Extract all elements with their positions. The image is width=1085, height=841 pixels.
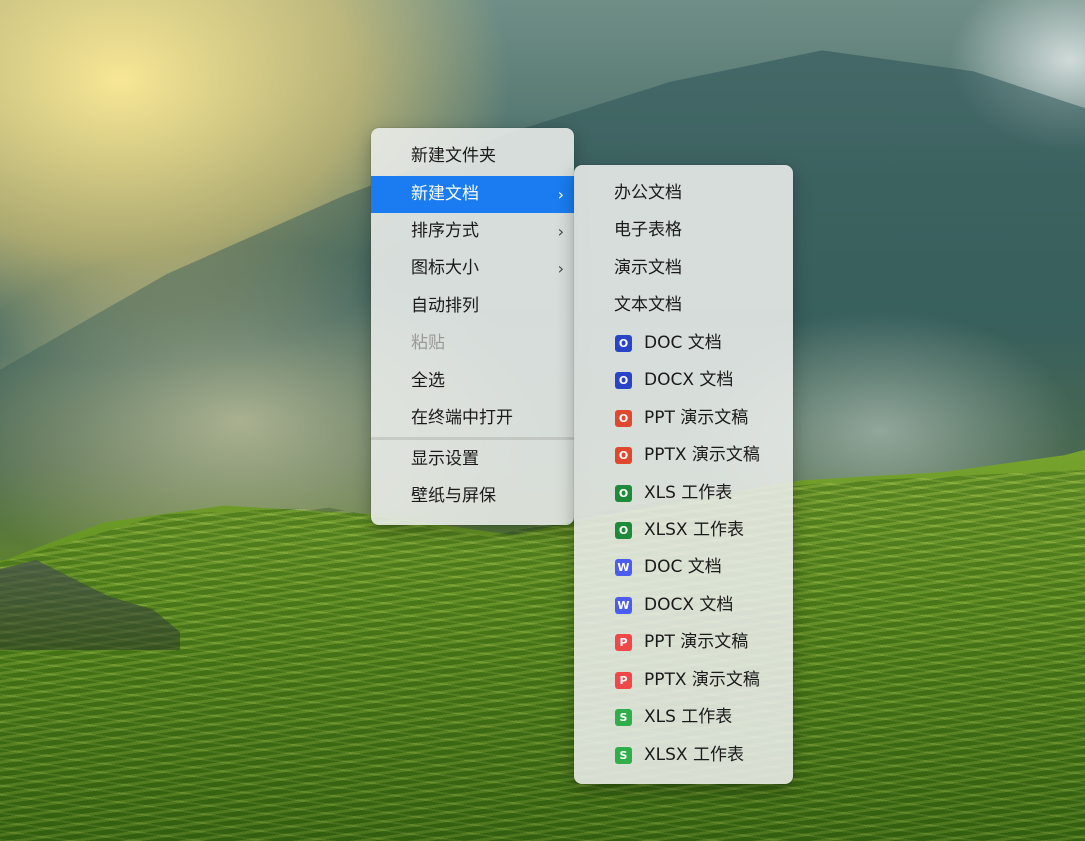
wallpaper-rice-terraces	[0, 470, 1085, 841]
submenu-item-docx-document[interactable]: O DOCX 文档	[574, 362, 793, 399]
menu-item-label: 排序方式	[411, 221, 479, 241]
menu-item-paste: 粘贴	[371, 325, 574, 362]
chevron-right-icon: ›	[557, 222, 564, 241]
menu-item-open-in-terminal[interactable]: 在终端中打开	[371, 400, 574, 437]
submenu-item-label: 电子表格	[614, 220, 682, 240]
wps-ppt-icon: P	[615, 634, 632, 651]
submenu-item-label: XLSX 工作表	[644, 520, 744, 540]
doc-icon: O	[615, 335, 632, 352]
submenu-item-wps-docx-document[interactable]: W DOCX 文档	[574, 587, 793, 624]
menu-item-auto-arrange[interactable]: 自动排列	[371, 288, 574, 325]
chevron-right-icon: ›	[557, 185, 564, 204]
wps-xlsx-icon: S	[615, 747, 632, 764]
menu-item-wallpaper-screensaver[interactable]: 壁纸与屏保	[371, 478, 574, 515]
submenu-item-xlsx-worksheet[interactable]: O XLSX 工作表	[574, 512, 793, 549]
wps-docx-icon: W	[615, 597, 632, 614]
pptx-icon: O	[615, 447, 632, 464]
submenu-item-presentation[interactable]: 演示文档	[574, 250, 793, 287]
menu-separator	[371, 437, 574, 440]
menu-item-label: 自动排列	[411, 296, 479, 316]
wps-xls-icon: S	[615, 709, 632, 726]
menu-item-label: 壁纸与屏保	[411, 486, 496, 506]
submenu-item-pptx-presentation[interactable]: O PPTX 演示文稿	[574, 437, 793, 474]
submenu-item-label: 文本文档	[614, 295, 682, 315]
submenu-item-xls-worksheet[interactable]: O XLS 工作表	[574, 475, 793, 512]
desktop-context-menu: 新建文件夹 新建文档 › 排序方式 › 图标大小 › 自动排列 粘贴 全选 在终…	[371, 128, 574, 525]
menu-item-label: 显示设置	[411, 449, 479, 469]
submenu-item-label: PPTX 演示文稿	[644, 445, 760, 465]
submenu-item-wps-pptx-presentation[interactable]: P PPTX 演示文稿	[574, 662, 793, 699]
submenu-item-label: PPT 演示文稿	[644, 408, 749, 428]
submenu-item-label: PPT 演示文稿	[644, 632, 749, 652]
chevron-right-icon: ›	[557, 259, 564, 278]
submenu-item-label: DOCX 文档	[644, 370, 734, 390]
submenu-item-label: XLSX 工作表	[644, 745, 744, 765]
wps-pptx-icon: P	[615, 672, 632, 689]
menu-item-label: 新建文档	[411, 184, 479, 204]
menu-item-display-settings[interactable]: 显示设置	[371, 441, 574, 478]
submenu-item-text-document[interactable]: 文本文档	[574, 287, 793, 324]
submenu-item-label: 演示文档	[614, 258, 682, 278]
docx-icon: O	[615, 372, 632, 389]
new-document-submenu: 办公文档 电子表格 演示文档 文本文档 O DOC 文档 O DOCX 文档 O…	[574, 165, 793, 784]
submenu-item-label: DOC 文档	[644, 333, 722, 353]
submenu-item-doc-document[interactable]: O DOC 文档	[574, 325, 793, 362]
menu-item-label: 粘贴	[411, 333, 445, 353]
wps-doc-icon: W	[615, 559, 632, 576]
xls-icon: O	[615, 485, 632, 502]
submenu-item-label: PPTX 演示文稿	[644, 670, 760, 690]
submenu-item-label: DOC 文档	[644, 557, 722, 577]
menu-item-select-all[interactable]: 全选	[371, 363, 574, 400]
menu-item-icon-size[interactable]: 图标大小 ›	[371, 250, 574, 287]
menu-item-label: 图标大小	[411, 258, 479, 278]
menu-item-label: 全选	[411, 371, 445, 391]
submenu-item-spreadsheet[interactable]: 电子表格	[574, 212, 793, 249]
ppt-icon: O	[615, 410, 632, 427]
menu-item-sort-by[interactable]: 排序方式 ›	[371, 213, 574, 250]
submenu-item-label: XLS 工作表	[644, 483, 733, 503]
submenu-item-wps-doc-document[interactable]: W DOC 文档	[574, 549, 793, 586]
menu-item-label: 在终端中打开	[411, 408, 513, 428]
menu-item-new-document[interactable]: 新建文档 ›	[371, 176, 574, 213]
menu-item-label: 新建文件夹	[411, 146, 496, 166]
submenu-item-label: XLS 工作表	[644, 707, 733, 727]
submenu-item-office-document[interactable]: 办公文档	[574, 175, 793, 212]
submenu-item-wps-xlsx-worksheet[interactable]: S XLSX 工作表	[574, 737, 793, 774]
submenu-item-wps-xls-worksheet[interactable]: S XLS 工作表	[574, 699, 793, 736]
xlsx-icon: O	[615, 522, 632, 539]
menu-item-new-folder[interactable]: 新建文件夹	[371, 138, 574, 175]
submenu-item-label: 办公文档	[614, 183, 682, 203]
submenu-item-label: DOCX 文档	[644, 595, 734, 615]
submenu-item-ppt-presentation[interactable]: O PPT 演示文稿	[574, 400, 793, 437]
submenu-item-wps-ppt-presentation[interactable]: P PPT 演示文稿	[574, 624, 793, 661]
